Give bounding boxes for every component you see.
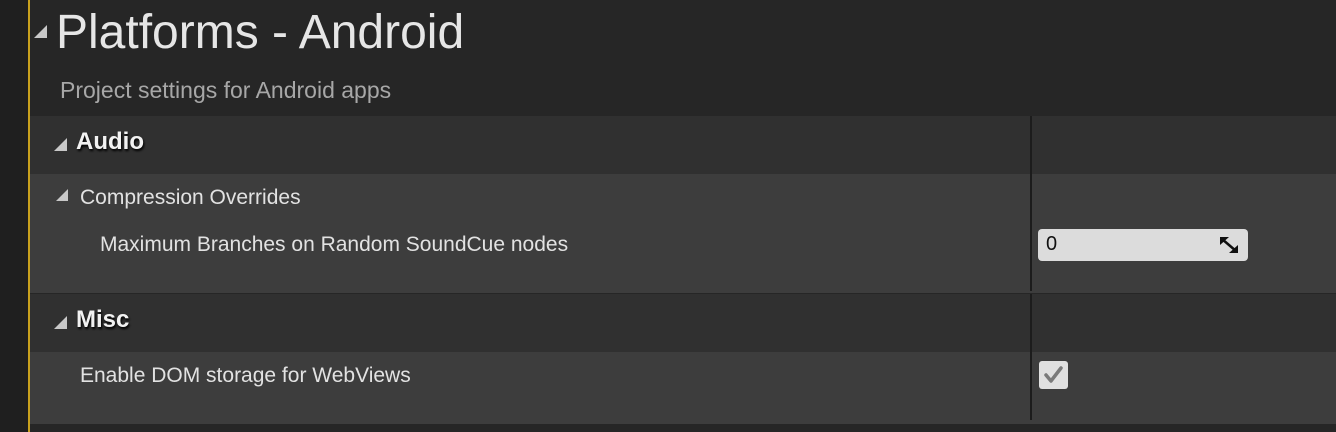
- group-label-compression-overrides[interactable]: Compression Overrides: [80, 186, 301, 210]
- android-platform-settings-panel: Platforms - Android Project settings for…: [0, 0, 1336, 432]
- left-gutter: [0, 0, 28, 432]
- property-label-max-branches: Maximum Branches on Random SoundCue node…: [100, 233, 569, 256]
- page-title: Platforms - Android: [56, 6, 465, 59]
- max-branches-input[interactable]: 0: [1038, 229, 1248, 261]
- property-label-dom-storage: Enable DOM storage for WebViews: [80, 364, 411, 387]
- section-header-audio[interactable]: Audio: [30, 116, 1336, 174]
- column-divider[interactable]: [1030, 294, 1032, 420]
- resize-arrows-icon: [1220, 237, 1238, 253]
- settings-header: Platforms - Android Project settings for…: [30, 0, 1336, 116]
- max-branches-value: 0: [1046, 233, 1058, 255]
- section-label-audio: Audio: [76, 128, 144, 155]
- checkmark-icon: [1044, 366, 1063, 383]
- section-header-misc[interactable]: Misc: [30, 294, 1336, 352]
- column-divider[interactable]: [1030, 116, 1032, 291]
- collapse-arrow-icon[interactable]: [54, 138, 67, 151]
- panel-bottom-edge: [30, 424, 1336, 432]
- misc-properties: Enable DOM storage for WebViews: [30, 352, 1336, 424]
- page-subtitle: Project settings for Android apps: [60, 77, 392, 103]
- collapse-arrow-icon[interactable]: [34, 25, 47, 38]
- collapse-arrow-icon[interactable]: [54, 316, 67, 329]
- collapse-arrow-icon[interactable]: [56, 189, 68, 201]
- dom-storage-checkbox[interactable]: [1039, 361, 1068, 389]
- section-label-misc: Misc: [76, 306, 130, 333]
